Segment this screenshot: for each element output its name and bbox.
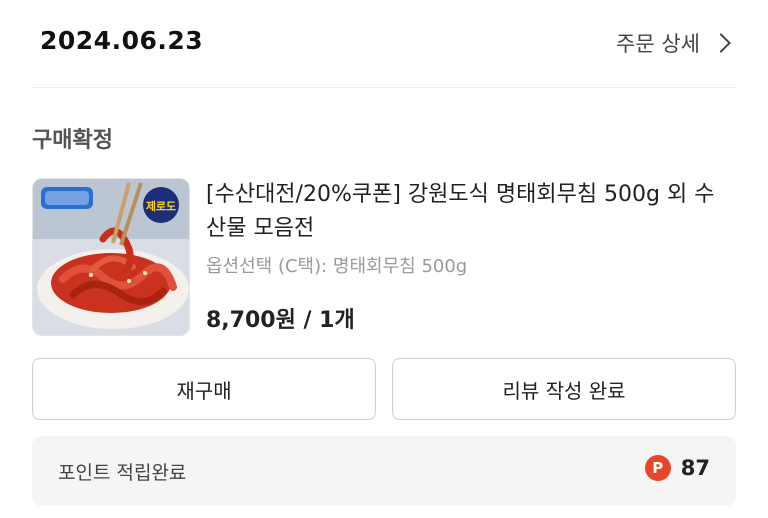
points-amount: P 87 xyxy=(644,455,710,481)
rebuy-button[interactable]: 재구매 xyxy=(32,358,376,420)
order-header: 2024.06.23 주문 상세 xyxy=(0,0,768,88)
points-value: 87 xyxy=(680,456,710,480)
order-status: 구매확정 xyxy=(32,128,113,153)
product-thumbnail[interactable]: 제로도 xyxy=(32,178,190,336)
points-panel: 포인트 적립완료 P 87 xyxy=(32,436,736,506)
thumb-badge: 제로도 xyxy=(146,199,176,213)
review-complete-button[interactable]: 리뷰 작성 완료 xyxy=(392,358,736,420)
product-price: 8,700원 / 1개 xyxy=(206,308,355,333)
order-date: 2024.06.23 xyxy=(40,26,204,55)
points-label: 포인트 적립완료 xyxy=(58,462,187,484)
point-icon: P xyxy=(644,455,671,481)
order-detail-label: 주문 상세 xyxy=(616,32,700,56)
product-title[interactable]: [수산대전/20%쿠폰] 강원도식 명태회무침 500g 외 수산물 모음전 xyxy=(206,178,726,246)
product-image: 제로도 xyxy=(33,179,189,335)
chevron-right-icon xyxy=(711,33,731,53)
divider xyxy=(32,87,736,88)
product-option: 옵션선택 (C택): 명태회무침 500g xyxy=(206,256,468,277)
order-detail-link[interactable]: 주문 상세 xyxy=(616,28,732,58)
